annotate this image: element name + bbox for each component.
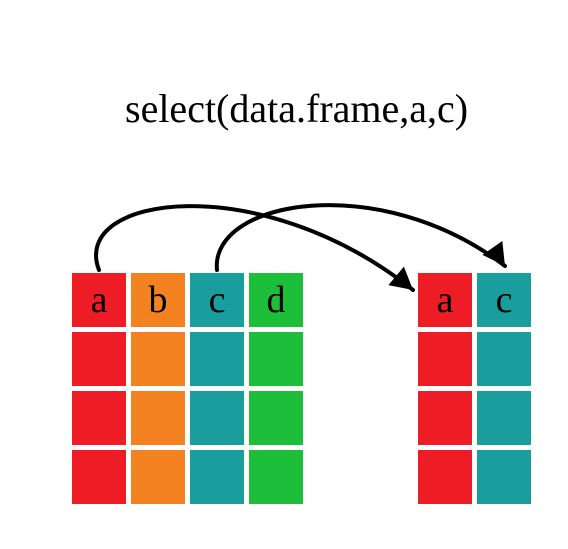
source-cell xyxy=(131,332,185,386)
source-cell xyxy=(72,450,126,504)
source-cell xyxy=(249,332,303,386)
title-code: select(data.frame,a,c) xyxy=(125,85,468,132)
result-cell xyxy=(418,450,472,504)
result-header-c: c xyxy=(477,273,531,327)
source-header-c: c xyxy=(190,273,244,327)
result-cell xyxy=(477,391,531,445)
source-cell xyxy=(190,332,244,386)
source-header-d: d xyxy=(249,273,303,327)
source-cell xyxy=(249,391,303,445)
result-cell xyxy=(477,332,531,386)
result-cell xyxy=(477,450,531,504)
result-header-a: a xyxy=(418,273,472,327)
source-cell xyxy=(72,391,126,445)
source-cell xyxy=(190,391,244,445)
source-header-a: a xyxy=(72,273,126,327)
source-data-frame: abcd xyxy=(72,273,303,504)
source-cell xyxy=(131,450,185,504)
result-data-frame: ac xyxy=(418,273,531,504)
source-cell xyxy=(131,391,185,445)
result-cell xyxy=(418,391,472,445)
arrow-c-to-c xyxy=(217,205,505,270)
result-cell xyxy=(418,332,472,386)
source-header-b: b xyxy=(131,273,185,327)
source-cell xyxy=(190,450,244,504)
source-cell xyxy=(249,450,303,504)
source-cell xyxy=(72,332,126,386)
